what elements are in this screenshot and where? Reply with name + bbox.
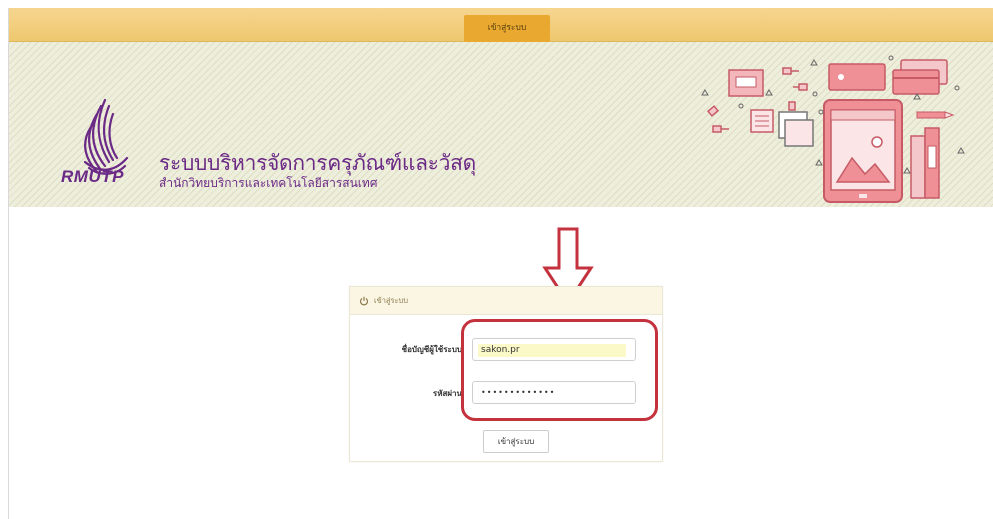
annotation-highlight-box [461, 319, 658, 421]
system-subtitle: สำนักวิทยบริการและเทคโนโลยีสารสนเทศ [159, 176, 378, 190]
nav-tab-login[interactable]: เข้าสู่ระบบ [464, 15, 550, 42]
power-icon [359, 296, 369, 305]
top-nav-bar: เข้าสู่ระบบ [9, 8, 993, 42]
password-label: รหัสผ่าน [432, 389, 462, 398]
login-panel-header: เข้าสู่ระบบ [350, 287, 662, 315]
page-frame: เข้าสู่ระบบ RMUTP ระบบบริหารจัดการครุภัณ… [8, 8, 993, 519]
header-banner: RMUTP ระบบบริหารจัดการครุภัณฑ์และวัสดุ ส… [9, 42, 993, 207]
login-panel-title: เข้าสู่ระบบ [374, 295, 409, 305]
office-illustration-icon [701, 55, 965, 203]
username-label: ชื่อบัญชีผู้ใช้ระบบ [401, 345, 462, 354]
login-submit-button[interactable]: เข้าสู่ระบบ [483, 430, 549, 453]
logo-wordmark: RMUTP [61, 167, 124, 186]
